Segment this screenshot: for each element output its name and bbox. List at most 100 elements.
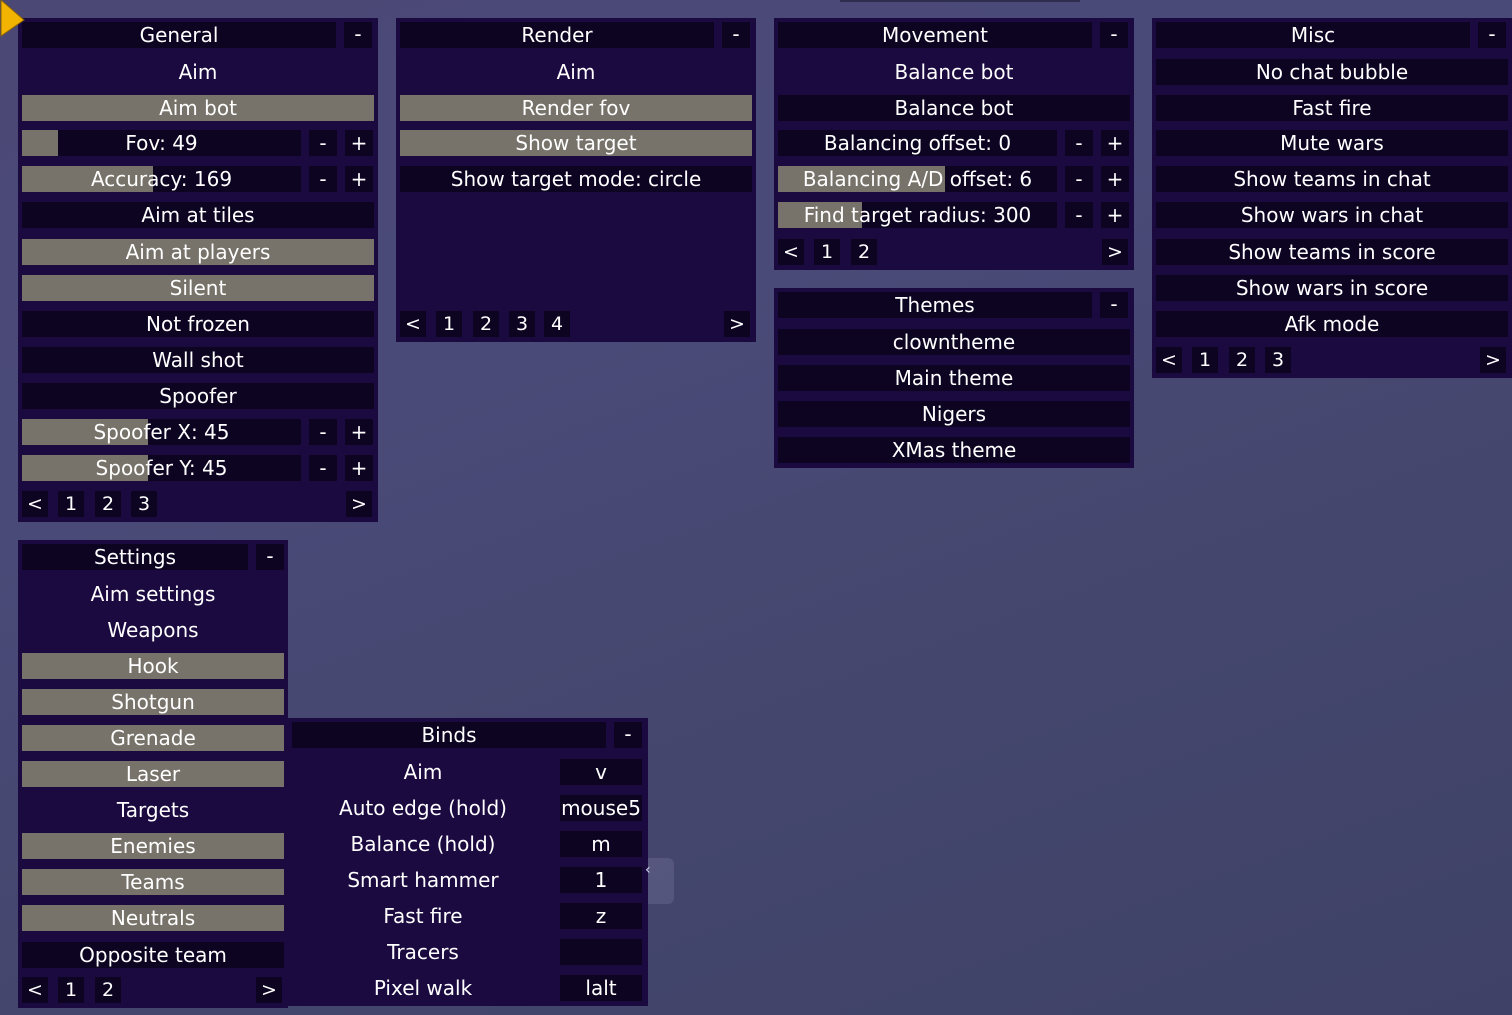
teams-toggle[interactable]: Teams <box>22 869 284 895</box>
top-edge-bar <box>840 0 1080 2</box>
no-chat-bubble-toggle[interactable]: No chat bubble <box>1156 59 1508 85</box>
settings-next-page-button[interactable]: > <box>256 977 282 1003</box>
spoofer-y-decrease-button[interactable]: - <box>309 455 337 481</box>
spoofer-x-slider[interactable]: Spoofer X: 45 <box>22 419 301 445</box>
theme-item-clowntheme[interactable]: clowntheme <box>778 329 1130 355</box>
afk-mode-toggle[interactable]: Afk mode <box>1156 311 1508 337</box>
neutrals-toggle[interactable]: Neutrals <box>22 905 284 931</box>
faded-side-tab[interactable] <box>648 858 674 904</box>
spoofer-y-increase-button[interactable]: + <box>345 455 373 481</box>
balancing-offset-increase-button[interactable]: + <box>1101 130 1129 156</box>
find-target-radius-slider[interactable]: Find target radius: 300 <box>778 202 1057 228</box>
misc-page-1-button[interactable]: 1 <box>1192 347 1218 373</box>
show-teams-in-chat-toggle[interactable]: Show teams in chat <box>1156 166 1508 192</box>
opposite-team-toggle[interactable]: Opposite team <box>22 942 284 968</box>
misc-next-page-button[interactable]: > <box>1480 347 1506 373</box>
find-target-radius-increase-button[interactable]: + <box>1101 202 1129 228</box>
binds-collapse-button[interactable]: - <box>614 722 642 748</box>
bind-key-smart-hammer[interactable]: 1 <box>560 867 642 893</box>
movement-title[interactable]: Movement <box>778 22 1092 48</box>
bind-key-pixel-walk[interactable]: lalt <box>560 975 642 1001</box>
misc-page-2-button[interactable]: 2 <box>1229 347 1255 373</box>
balancing-ad-offset-slider[interactable]: Balancing A/D offset: 6 <box>778 166 1057 192</box>
movement-collapse-button[interactable]: - <box>1100 22 1128 48</box>
settings-title[interactable]: Settings <box>22 544 248 570</box>
movement-page-1-button[interactable]: 1 <box>814 239 840 265</box>
render-title[interactable]: Render <box>400 22 714 48</box>
misc-title[interactable]: Misc <box>1156 22 1470 48</box>
settings-collapse-button[interactable]: - <box>256 544 284 570</box>
render-page-1-button[interactable]: 1 <box>436 311 462 337</box>
general-collapse-button[interactable]: - <box>344 22 372 48</box>
fov-decrease-button[interactable]: - <box>309 130 337 156</box>
show-wars-in-score-toggle[interactable]: Show wars in score <box>1156 275 1508 301</box>
movement-page-2-button[interactable]: 2 <box>851 239 877 265</box>
hook-toggle[interactable]: Hook <box>22 653 284 679</box>
balance-bot-section-header: Balance bot <box>894 60 1014 84</box>
balancing-offset-decrease-button[interactable]: - <box>1065 130 1093 156</box>
render-page-2-button[interactable]: 2 <box>473 311 499 337</box>
bind-key-fast-fire[interactable]: z <box>560 903 642 929</box>
show-wars-in-chat-toggle[interactable]: Show wars in chat <box>1156 202 1508 228</box>
accuracy-slider[interactable]: Accuracy: 169 <box>22 166 301 192</box>
render-collapse-button[interactable]: - <box>722 22 750 48</box>
theme-item-xmas-theme[interactable]: XMas theme <box>778 437 1130 463</box>
spoofer-x-decrease-button[interactable]: - <box>309 419 337 445</box>
misc-prev-page-button[interactable]: < <box>1156 347 1182 373</box>
balancing-offset-slider[interactable]: Balancing offset: 0 <box>778 130 1057 156</box>
render-next-page-button[interactable]: > <box>724 311 750 337</box>
show-target-mode-selector[interactable]: Show target mode: circle <box>400 166 752 192</box>
show-target-toggle[interactable]: Show target <box>400 130 752 156</box>
misc-page-3-button[interactable]: 3 <box>1265 347 1291 373</box>
accuracy-increase-button[interactable]: + <box>345 166 373 192</box>
spoofer-y-slider[interactable]: Spoofer Y: 45 <box>22 455 301 481</box>
movement-next-page-button[interactable]: > <box>1102 239 1128 265</box>
movement-prev-page-button[interactable]: < <box>778 239 804 265</box>
spoofer-toggle[interactable]: Spoofer <box>22 383 374 409</box>
fov-slider[interactable]: Fov: 49 <box>22 130 301 156</box>
settings-prev-page-button[interactable]: < <box>22 977 48 1003</box>
theme-item-3[interactable]: Nigers <box>778 401 1130 427</box>
enemies-toggle[interactable]: Enemies <box>22 833 284 859</box>
render-page-3-button[interactable]: 3 <box>509 311 535 337</box>
not-frozen-toggle[interactable]: Not frozen <box>22 311 374 337</box>
show-teams-in-score-toggle[interactable]: Show teams in score <box>1156 239 1508 265</box>
themes-title[interactable]: Themes <box>778 292 1092 318</box>
general-prev-page-button[interactable]: < <box>22 491 48 517</box>
general-page-2-button[interactable]: 2 <box>95 491 121 517</box>
themes-collapse-button[interactable]: - <box>1100 292 1128 318</box>
settings-page-1-button[interactable]: 1 <box>58 977 84 1003</box>
mute-wars-toggle[interactable]: Mute wars <box>1156 130 1508 156</box>
general-title[interactable]: General <box>22 22 336 48</box>
render-page-4-button[interactable]: 4 <box>544 311 570 337</box>
laser-toggle[interactable]: Laser <box>22 761 284 787</box>
wall-shot-toggle[interactable]: Wall shot <box>22 347 374 373</box>
spoofer-x-increase-button[interactable]: + <box>345 419 373 445</box>
aim-bot-toggle[interactable]: Aim bot <box>22 95 374 121</box>
misc-collapse-button[interactable]: - <box>1478 22 1506 48</box>
fast-fire-toggle[interactable]: Fast fire <box>1156 95 1508 121</box>
general-page-3-button[interactable]: 3 <box>131 491 157 517</box>
bind-key-auto-edge[interactable]: mouse5 <box>560 795 642 821</box>
bind-key-aim[interactable]: v <box>560 759 642 785</box>
bind-key-tracers[interactable] <box>560 939 642 965</box>
grenade-toggle[interactable]: Grenade <box>22 725 284 751</box>
shotgun-toggle[interactable]: Shotgun <box>22 689 284 715</box>
render-fov-toggle[interactable]: Render fov <box>400 95 752 121</box>
balancing-ad-offset-decrease-button[interactable]: - <box>1065 166 1093 192</box>
settings-page-2-button[interactable]: 2 <box>95 977 121 1003</box>
find-target-radius-decrease-button[interactable]: - <box>1065 202 1093 228</box>
aim-at-players-toggle[interactable]: Aim at players <box>22 239 374 265</box>
aim-at-tiles-toggle[interactable]: Aim at tiles <box>22 202 374 228</box>
bind-key-balance[interactable]: m <box>560 831 642 857</box>
binds-title[interactable]: Binds <box>292 722 606 748</box>
theme-item-main-theme[interactable]: Main theme <box>778 365 1130 391</box>
general-page-1-button[interactable]: 1 <box>58 491 84 517</box>
general-next-page-button[interactable]: > <box>346 491 372 517</box>
silent-toggle[interactable]: Silent <box>22 275 374 301</box>
render-prev-page-button[interactable]: < <box>400 311 426 337</box>
balance-bot-toggle[interactable]: Balance bot <box>778 95 1130 121</box>
balancing-ad-offset-increase-button[interactable]: + <box>1101 166 1129 192</box>
accuracy-decrease-button[interactable]: - <box>309 166 337 192</box>
fov-increase-button[interactable]: + <box>345 130 373 156</box>
